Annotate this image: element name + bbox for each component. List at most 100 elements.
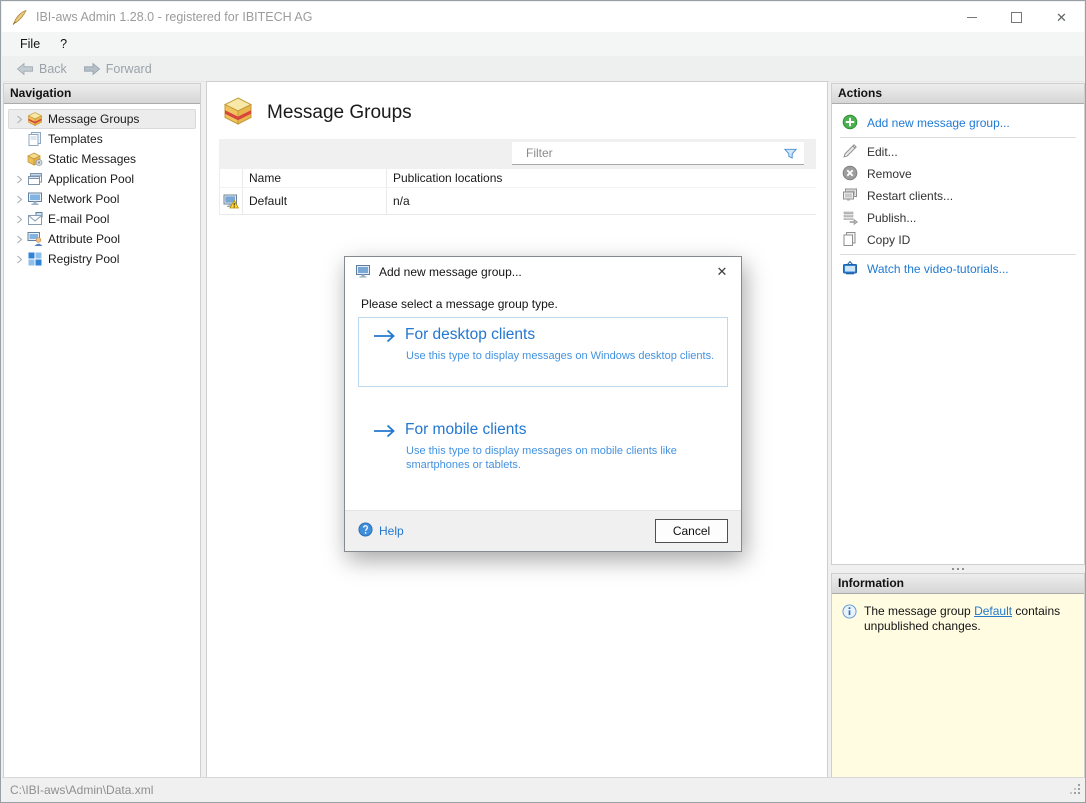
- navigation-header: Navigation: [4, 84, 200, 104]
- tree-indent: [12, 151, 27, 167]
- message-groups-icon: [27, 111, 43, 127]
- nav-item-static-messages[interactable]: Static Messages: [8, 149, 196, 169]
- toolbar: Back Forward: [2, 56, 1084, 82]
- nav-item-label: Templates: [48, 132, 103, 146]
- action-copy-id[interactable]: Copy ID: [832, 229, 1084, 251]
- nav-item-attribute-pool[interactable]: Attribute Pool: [8, 229, 196, 249]
- separator: [840, 137, 1076, 138]
- video-tutorials-icon: [842, 260, 858, 279]
- action-remove[interactable]: Remove: [832, 163, 1084, 185]
- nav-item-label: Static Messages: [48, 152, 136, 166]
- information-header: Information: [832, 574, 1084, 594]
- nav-item-templates[interactable]: Templates: [8, 129, 196, 149]
- option-mobile-clients[interactable]: For mobile clients Use this type to disp…: [358, 412, 728, 482]
- add-icon: [842, 114, 858, 133]
- add-message-group-dialog: Add new message group... ✕ Please select…: [344, 256, 742, 552]
- navigation-tree: Message Groups Templates Static Messages…: [4, 104, 200, 269]
- close-button[interactable]: ✕: [1039, 2, 1084, 32]
- registry-pool-icon: [27, 251, 43, 267]
- option-description: Use this type to display messages on Win…: [406, 349, 724, 363]
- forward-button[interactable]: Forward: [77, 60, 158, 78]
- nav-item-label: Registry Pool: [48, 252, 119, 266]
- chevron-right-icon[interactable]: [12, 211, 27, 227]
- cell-name: Default: [242, 188, 386, 214]
- cancel-button[interactable]: Cancel: [655, 519, 728, 543]
- filter-funnel-icon[interactable]: [783, 146, 798, 164]
- nav-item-network-pool[interactable]: Network Pool: [8, 189, 196, 209]
- action-restart-clients[interactable]: Restart clients...: [832, 185, 1084, 207]
- chevron-right-icon[interactable]: [12, 111, 27, 127]
- forward-label: Forward: [106, 62, 152, 76]
- chevron-right-icon[interactable]: [12, 251, 27, 267]
- back-arrow-icon: [16, 62, 34, 76]
- nav-item-application-pool[interactable]: Application Pool: [8, 169, 196, 189]
- help-icon: [358, 522, 373, 540]
- dialog-monitor-icon: [355, 263, 371, 282]
- table-row[interactable]: Default n/a: [220, 188, 816, 215]
- resize-grip-icon[interactable]: [1070, 784, 1081, 798]
- action-label: Watch the video-tutorials...: [867, 262, 1009, 276]
- back-button[interactable]: Back: [10, 60, 73, 78]
- menu-help[interactable]: ?: [50, 34, 77, 54]
- maximize-button[interactable]: [994, 2, 1039, 32]
- option-description: Use this type to display messages on mob…: [406, 444, 724, 472]
- chevron-right-icon[interactable]: [12, 191, 27, 207]
- app-window: { "window": { "title": "IBI-aws Admin 1.…: [0, 0, 1086, 803]
- filter-bar: [219, 139, 816, 169]
- message-groups-table: Name Publication locations Default n/a: [219, 169, 816, 215]
- tree-indent: [12, 131, 27, 147]
- nav-item-label: Attribute Pool: [48, 232, 120, 246]
- dialog-title-bar: Add new message group...: [345, 257, 741, 287]
- minimize-icon: [967, 17, 977, 18]
- status-bar: C:\IBI-aws\Admin\Data.xml: [2, 777, 1084, 801]
- nav-item-email-pool[interactable]: E-mail Pool: [8, 209, 196, 229]
- action-watch-video-tutorials[interactable]: Watch the video-tutorials...: [832, 258, 1084, 280]
- cell-publication-locations: n/a: [386, 188, 816, 214]
- back-label: Back: [39, 62, 67, 76]
- action-edit[interactable]: Edit...: [832, 141, 1084, 163]
- separator: [840, 254, 1076, 255]
- help-link[interactable]: Help: [358, 522, 404, 540]
- action-label: Restart clients...: [867, 189, 953, 203]
- nav-item-message-groups[interactable]: Message Groups: [8, 109, 196, 129]
- nav-item-registry-pool[interactable]: Registry Pool: [8, 249, 196, 269]
- status-file-path: C:\IBI-aws\Admin\Data.xml: [10, 783, 153, 797]
- menu-file[interactable]: File: [10, 34, 50, 54]
- default-group-link[interactable]: Default: [974, 604, 1012, 618]
- page-title: Message Groups: [267, 102, 412, 124]
- copy-id-icon: [842, 231, 858, 250]
- information-body: The message group Default contains unpub…: [832, 594, 1084, 777]
- window-controls: ✕: [949, 2, 1084, 32]
- nav-item-label: E-mail Pool: [48, 212, 109, 226]
- action-add-new-message-group[interactable]: Add new message group...: [832, 112, 1084, 134]
- arrow-right-icon: [373, 424, 397, 441]
- dialog-title: Add new message group...: [379, 265, 522, 279]
- chevron-right-icon[interactable]: [12, 171, 27, 187]
- filter-input[interactable]: [512, 142, 804, 165]
- action-publish[interactable]: Publish...: [832, 207, 1084, 229]
- nav-item-label: Application Pool: [48, 172, 134, 186]
- action-label: Copy ID: [867, 233, 910, 247]
- application-pool-icon: [27, 171, 43, 187]
- option-desktop-clients[interactable]: For desktop clients Use this type to dis…: [358, 317, 728, 387]
- column-header-publication-locations[interactable]: Publication locations: [386, 169, 816, 187]
- email-pool-icon: [27, 211, 43, 227]
- action-label: Add new message group...: [867, 116, 1010, 130]
- info-text-before: The message group: [864, 604, 974, 618]
- dialog-close-button[interactable]: ✕: [713, 263, 731, 281]
- message-group-warning-icon: [220, 188, 242, 214]
- dialog-footer: Help Cancel: [345, 510, 741, 551]
- window-title: IBI-aws Admin 1.28.0 - registered for IB…: [36, 10, 313, 24]
- network-pool-icon: [27, 191, 43, 207]
- chevron-right-icon[interactable]: [12, 231, 27, 247]
- table-header-row: Name Publication locations: [220, 169, 816, 188]
- action-label: Edit...: [867, 145, 898, 159]
- restart-clients-icon: [842, 187, 858, 206]
- maximize-icon: [1011, 12, 1022, 23]
- column-header-name[interactable]: Name: [242, 169, 386, 187]
- panel-splitter[interactable]: [831, 564, 1085, 573]
- option-title: For mobile clients: [405, 421, 526, 439]
- message-groups-icon: [222, 95, 254, 130]
- edit-pencil-icon: [842, 143, 858, 162]
- minimize-button[interactable]: [949, 2, 994, 32]
